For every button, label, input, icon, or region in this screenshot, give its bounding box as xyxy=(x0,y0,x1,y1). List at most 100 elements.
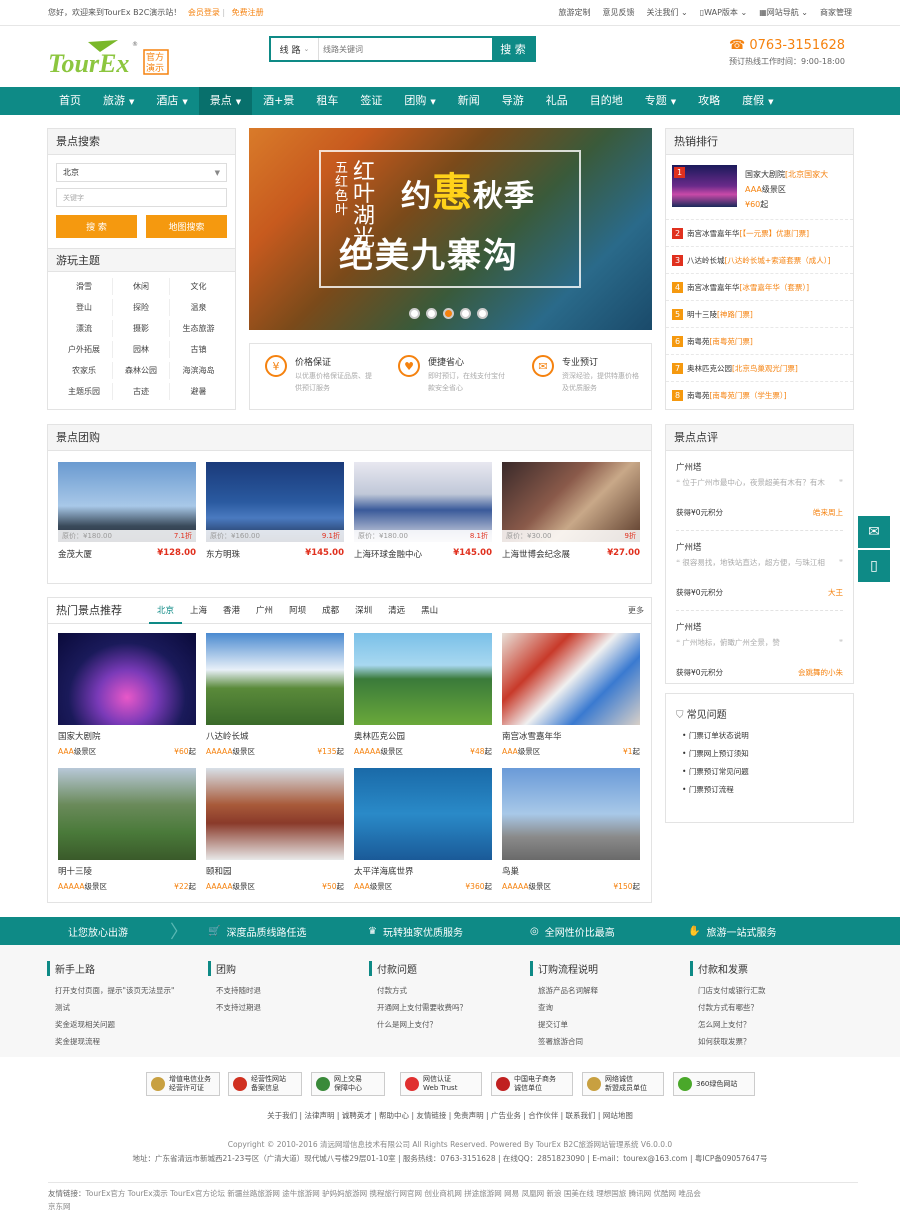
nav-topics[interactable]: 专题 ▼ xyxy=(634,87,687,115)
mobile-icon[interactable]: ▯ xyxy=(858,550,890,582)
theme-item[interactable]: 漂流 xyxy=(56,320,113,337)
site-logo[interactable]: TourEx ® 官方 演示 xyxy=(48,38,170,78)
search-type-select[interactable]: 线 路 ⌄ xyxy=(271,38,319,60)
theme-item[interactable]: 海滨海岛 xyxy=(170,362,227,379)
recommend-item[interactable]: 国家大剧院 AAA级景区 ¥60起 xyxy=(58,633,196,757)
footer-link[interactable]: 什么是网上支付？ xyxy=(369,1016,467,1033)
nav-visa[interactable]: 签证 xyxy=(349,87,393,115)
tab-shanghai[interactable]: 上海 xyxy=(182,598,215,624)
hero-banner[interactable]: 五红 色叶 红叶 湖光 约惠秋季 绝美九寨沟 xyxy=(249,128,652,330)
footer-link[interactable]: 门店支付或银行汇款 xyxy=(690,982,766,999)
travel-custom-link[interactable]: 旅游定制 xyxy=(559,7,591,18)
nav-strategy[interactable]: 攻略 xyxy=(687,87,731,115)
nav-hotel-spot[interactable]: 酒+景 xyxy=(252,87,305,115)
rank-item[interactable]: 2 南宫冰雪嘉年华 [【一元票】优惠门票] xyxy=(666,220,853,247)
rank-item[interactable]: 4 南宫冰雪嘉年华 [冰雪嘉年华（套票）] xyxy=(666,274,853,301)
theme-item[interactable]: 休闲 xyxy=(113,278,170,295)
theme-item[interactable]: 避暑 xyxy=(170,383,227,400)
nav-news[interactable]: 新闻 xyxy=(447,87,491,115)
rank-item[interactable]: 8 南粤苑 [南粤苑门票（学生票）] xyxy=(666,382,853,409)
footer-link[interactable]: 不支持过期退 xyxy=(208,999,261,1016)
theme-item[interactable]: 园林 xyxy=(113,341,170,358)
tab-shenzhen[interactable]: 深圳 xyxy=(347,598,380,624)
theme-item[interactable]: 探险 xyxy=(113,299,170,316)
rank-item[interactable]: 7 奥林匹克公园 [北京鸟巢观光门票] xyxy=(666,355,853,382)
footer-link[interactable]: 开通网上支付需要收费吗？ xyxy=(369,999,467,1016)
footer-link[interactable]: 付款方式有哪些？ xyxy=(690,999,766,1016)
nav-home[interactable]: 首页 xyxy=(48,87,92,115)
theme-item[interactable]: 主题乐园 xyxy=(56,383,113,400)
cert-badge[interactable]: 中国电子商务 诚信单位 xyxy=(491,1072,573,1096)
theme-item[interactable]: 古镇 xyxy=(170,341,227,358)
group-buy-item[interactable]: 原价：¥30.00 9折 上海世博会纪念展 ¥27.00 xyxy=(502,462,640,560)
group-buy-item[interactable]: 原价：¥160.00 9.1折 东方明珠 ¥145.00 xyxy=(206,462,344,560)
cert-badge[interactable]: 增值电信业务 经营许可证 xyxy=(146,1072,220,1096)
recommend-item[interactable]: 奥林匹克公园 AAAAA级景区 ¥48起 xyxy=(354,633,492,757)
theme-item[interactable]: 滑雪 xyxy=(56,278,113,295)
banner-dot-active[interactable] xyxy=(443,308,454,319)
tab-guangzhou[interactable]: 广州 xyxy=(248,598,281,624)
footer-link[interactable]: 如何获取发票？ xyxy=(690,1033,766,1050)
footer-link[interactable]: 打开支付页面，提示"该页无法显示" xyxy=(47,982,174,999)
cert-badge[interactable]: 经营性网站 备案信息 xyxy=(228,1072,302,1096)
faq-item[interactable]: • 门票预订常见问题 xyxy=(666,763,853,781)
wechat-icon[interactable]: ✉ xyxy=(858,516,890,548)
banner-dot[interactable] xyxy=(477,308,488,319)
rank-item[interactable]: 6 南粤苑 [南粤苑门票] xyxy=(666,328,853,355)
wap-link[interactable]: ▯WAP版本 ⌄ xyxy=(700,7,747,18)
recommend-item[interactable]: 南宫冰雪嘉年华 AAA级景区 ¥1起 xyxy=(502,633,640,757)
theme-item[interactable]: 森林公园 xyxy=(113,362,170,379)
footer-link[interactable]: 奖金提现流程 xyxy=(47,1033,174,1050)
recommend-item[interactable]: 太平洋海底世界 AAA级景区 ¥360起 xyxy=(354,768,492,892)
map-search-button[interactable]: 地图搜索 xyxy=(146,215,227,238)
merchant-link[interactable]: 商家管理 xyxy=(820,7,852,18)
banner-dot[interactable] xyxy=(460,308,471,319)
tab-chengdu[interactable]: 成都 xyxy=(314,598,347,624)
login-link[interactable]: 会员登录 xyxy=(188,8,220,17)
cert-badge[interactable]: 网信认证 Web Trust xyxy=(400,1072,482,1096)
tab-beijing[interactable]: 北京 xyxy=(149,598,183,624)
nav-guide[interactable]: 导游 xyxy=(491,87,535,115)
search-input[interactable] xyxy=(319,38,492,60)
footer-link[interactable]: 付款方式 xyxy=(369,982,467,999)
cert-badge[interactable]: 网上交易 保障中心 xyxy=(311,1072,385,1096)
theme-item[interactable]: 农家乐 xyxy=(56,362,113,379)
nav-gift[interactable]: 礼品 xyxy=(535,87,579,115)
nav-spots[interactable]: 景点 ▼ xyxy=(198,87,253,115)
site-nav-link[interactable]: ▦网站导航 ⌄ xyxy=(759,7,808,18)
tab-aba[interactable]: 阿坝 xyxy=(281,598,314,624)
faq-item[interactable]: • 门票订单状态说明 xyxy=(666,727,853,745)
footer-link[interactable]: 签署旅游合同 xyxy=(530,1033,598,1050)
footer-link[interactable]: 查询 xyxy=(530,999,598,1016)
review-item[interactable]: 广州塔 ❝ 很容易找，地铁站直达，超方便，与珠江相 ❞ 获得¥0元积分 大王 xyxy=(666,531,853,611)
recommend-item[interactable]: 八达岭长城 AAAAA级景区 ¥135起 xyxy=(206,633,344,757)
nav-hotel[interactable]: 酒店 ▼ xyxy=(145,87,198,115)
banner-dot[interactable] xyxy=(409,308,420,319)
nav-travel[interactable]: 旅游 ▼ xyxy=(92,87,145,115)
footer-links[interactable]: 关于我们 | 法律声明 | 诚聘英才 | 帮助中心 | 友情链接 | 免责声明 … xyxy=(0,1110,900,1121)
banner-dot[interactable] xyxy=(426,308,437,319)
tab-hongkong[interactable]: 香港 xyxy=(215,598,248,624)
nav-destination[interactable]: 目的地 xyxy=(579,87,634,115)
search-button[interactable]: 搜 索 xyxy=(492,38,534,60)
nav-car-rental[interactable]: 租车 xyxy=(305,87,349,115)
spot-search-button[interactable]: 搜 索 xyxy=(56,215,137,238)
follow-us-link[interactable]: 关注我们 ⌄ xyxy=(647,7,688,18)
theme-item[interactable]: 古迹 xyxy=(113,383,170,400)
theme-item[interactable]: 文化 xyxy=(170,278,227,295)
recommend-item[interactable]: 鸟巢 AAAAA级景区 ¥150起 xyxy=(502,768,640,892)
review-item[interactable]: 广州塔 ❝ 广州地标，俯瞰广州全景，赞 ❞ 获得¥0元积分 会跳舞的小朱 xyxy=(666,611,853,690)
review-item[interactable]: 广州塔 ❝ 位于广州市最中心，夜景超美有木有？有木 ❞ 获得¥0元积分 皓来周上 xyxy=(666,451,853,531)
recommend-item[interactable]: 颐和园 AAAAA级景区 ¥50起 xyxy=(206,768,344,892)
theme-item[interactable]: 摄影 xyxy=(113,320,170,337)
theme-item[interactable]: 户外拓展 xyxy=(56,341,113,358)
rank-item-first[interactable]: 1 国家大剧院[北京国家大 AAA级景区 ¥60起 xyxy=(666,155,853,220)
cert-badge[interactable]: 360绿色网站 xyxy=(673,1072,755,1096)
faq-item[interactable]: • 门票预订流程 xyxy=(666,781,853,799)
keyword-input[interactable]: 关键字 xyxy=(56,188,227,207)
theme-item[interactable]: 生态旅游 xyxy=(170,320,227,337)
footer-link[interactable]: 提交订单 xyxy=(530,1016,598,1033)
friend-link-list[interactable]: TourEx官方 TourEx演示 TourEx官方论坛 新疆丝路旅游网 途牛旅… xyxy=(86,1189,701,1198)
nav-group-buy[interactable]: 团购 ▼ xyxy=(393,87,446,115)
footer-link[interactable]: 怎么网上支付？ xyxy=(690,1016,766,1033)
